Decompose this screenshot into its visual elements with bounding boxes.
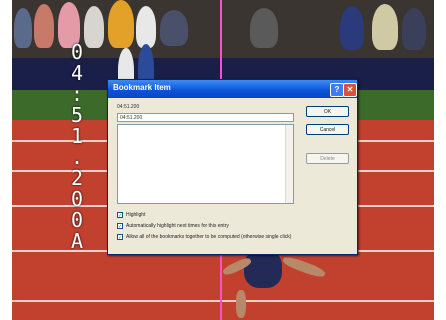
spectator <box>372 4 398 50</box>
dialog-title: Bookmark Item <box>113 83 171 92</box>
close-button[interactable]: ✕ <box>343 83 357 97</box>
bookmark-name-input[interactable]: 04:51.200 <box>117 113 294 122</box>
runner-leg <box>236 290 246 318</box>
time-char: . <box>70 145 84 169</box>
time-char: 4 <box>70 61 84 85</box>
time-char: 0 <box>70 187 84 211</box>
notes-scrollbar[interactable] <box>285 125 293 203</box>
bookmark-name-label: 04:51.200 <box>117 104 140 110</box>
spectator <box>34 4 54 48</box>
close-icon: ✕ <box>346 85 354 94</box>
spectator <box>108 0 134 48</box>
time-char: 1 <box>70 124 84 148</box>
help-button[interactable]: ? <box>330 83 344 97</box>
delete-button[interactable]: Delete <box>306 153 349 164</box>
spectator <box>136 6 156 48</box>
dialog-titlebar[interactable]: Bookmark Item ? ✕ <box>108 80 357 98</box>
spectator <box>340 6 364 50</box>
check-icon: ✓ <box>117 211 123 219</box>
lane-line <box>0 300 446 302</box>
time-char: 2 <box>70 166 84 190</box>
all-bookmarks-checkbox[interactable]: ✓ Allow all of the bookmarks together to … <box>117 233 291 241</box>
bookmark-notes-textarea[interactable] <box>117 124 294 204</box>
question-icon: ? <box>334 85 340 94</box>
auto-highlight-checkbox[interactable]: ✓ Automatically highlight next times for … <box>117 222 229 230</box>
time-char: 0 <box>70 208 84 232</box>
spectator <box>14 8 32 48</box>
cancel-button[interactable]: Cancel <box>306 124 349 135</box>
check-icon: ✓ <box>117 222 123 230</box>
spectator <box>250 8 278 48</box>
time-char: : <box>70 82 84 106</box>
time-char: 0 <box>70 40 84 64</box>
check-icon: ✓ <box>117 233 123 241</box>
checkbox-label: Highlight <box>126 212 146 218</box>
spectator <box>402 8 426 50</box>
left-border <box>0 0 12 320</box>
checkbox-label: Automatically highlight next times for t… <box>126 223 229 229</box>
spectator <box>160 10 188 46</box>
checkbox-label: Allow all of the bookmarks together to b… <box>126 234 292 240</box>
bookmark-dialog: Bookmark Item ? ✕ 04:51.200 04:51.200 OK… <box>107 79 358 255</box>
time-char: A <box>70 229 84 253</box>
right-border <box>434 0 446 320</box>
runner-torso <box>244 250 282 288</box>
highlight-checkbox[interactable]: ✓ Highlight <box>117 211 145 219</box>
ok-button[interactable]: OK <box>306 106 349 117</box>
time-readout: 0 4 : 5 1 . 2 0 0 A <box>64 42 90 252</box>
time-char: 5 <box>70 103 84 127</box>
